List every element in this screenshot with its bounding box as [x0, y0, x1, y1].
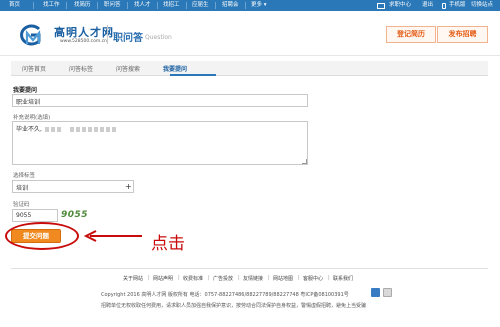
nav-separator [66, 2, 67, 9]
nav-switch-site[interactable]: 切换站点 [471, 2, 493, 9]
footer-link-statement[interactable]: 网站声明 [153, 275, 173, 282]
captcha-image[interactable]: 9055 [61, 210, 88, 220]
description-label: 补充说明(选填) [13, 115, 51, 121]
nav-item-find-job[interactable]: 找工作 [43, 2, 60, 9]
footer-separator: | [268, 275, 270, 281]
trust-badge-icon[interactable] [383, 288, 392, 297]
nav-item-graduates[interactable]: 应届生 [192, 2, 209, 9]
captcha-input[interactable]: 9055 [12, 209, 58, 222]
redacted-text [111, 127, 116, 132]
resize-handle-icon[interactable] [302, 159, 307, 164]
header-divider [107, 25, 108, 44]
redacted-text [99, 127, 104, 132]
nav-separator [127, 2, 128, 9]
nav-separator [97, 2, 98, 9]
redacted-text [75, 127, 80, 132]
plus-icon[interactable]: + [125, 183, 132, 191]
footer-link-pricing[interactable]: 收费标准 [183, 275, 203, 282]
footer-link-about[interactable]: 关于网站 [123, 275, 143, 282]
redacted-text [105, 127, 110, 132]
redacted-text [69, 127, 74, 132]
logo-title[interactable]: 高明人才网 [54, 24, 114, 40]
active-tab-indicator [170, 74, 216, 76]
nav-item-job-fair[interactable]: 招聘会 [222, 2, 239, 9]
tab-qa-tags[interactable]: 问答标签 [69, 64, 93, 73]
nav-separator [33, 2, 34, 9]
nav-item-qa[interactable]: 职问答 [104, 2, 121, 9]
footer-link-service[interactable]: 客服中心 [303, 275, 323, 282]
police-badge-icon[interactable] [371, 288, 380, 297]
redacted-text [56, 127, 61, 132]
logo-url: www.528500.com.cn [60, 39, 108, 44]
post-job-button[interactable]: 发布招聘 [437, 26, 488, 43]
footer-copyright: Copyright 2016 高明人才网 版权所有 电话：0757-882274… [101, 292, 349, 298]
description-value: 毕业不久, [16, 126, 42, 133]
footer-notice: 招聘单位无权收取任何费用，请求职人员加强自我保护意识，按劳动合同法保护自身权益，… [101, 303, 367, 309]
arrow-left-icon [84, 230, 142, 242]
tab-qa-home[interactable]: 问答首页 [22, 64, 46, 73]
tab-ask-question[interactable]: 我要提问 [163, 64, 187, 73]
nav-item-find-worker[interactable]: 找招工 [163, 2, 180, 9]
qa-tabs: 问答首页 问答标签 问答搜索 我要提问 [11, 61, 488, 76]
register-resume-button[interactable]: 登记简历 [386, 26, 436, 43]
nav-separator [157, 2, 158, 9]
question-value: 职业培训 [16, 99, 41, 106]
section-title: 职问答 [113, 33, 143, 44]
footer-link-sitemap[interactable]: 网站地图 [273, 275, 293, 282]
top-nav-bar: 首页 找工作 找简历 职问答 找人才 找招工 应届生 招聘会 更多 ▾ 求职中心… [0, 0, 500, 11]
question-label: 我要提问 [13, 87, 38, 94]
redacted-text [93, 127, 98, 132]
question-input[interactable]: 职业培训 [12, 94, 308, 107]
description-textarea[interactable]: 毕业不久, [12, 121, 308, 165]
nav-logout[interactable]: 退出 [422, 2, 433, 9]
redacted-text [44, 127, 49, 132]
section-subtitle: Question [145, 34, 172, 41]
nav-separator [245, 2, 246, 9]
mail-icon[interactable] [377, 3, 385, 9]
tag-value: 培训 [16, 185, 29, 192]
nav-separator [215, 2, 216, 9]
nav-item-home[interactable]: 首页 [9, 2, 20, 9]
footer-separator: | [238, 275, 240, 281]
footer-link-friends[interactable]: 友情链接 [243, 275, 263, 282]
tab-qa-search[interactable]: 问答搜索 [116, 64, 140, 73]
footer-separator: | [328, 275, 330, 281]
footer-separator: | [208, 275, 210, 281]
nav-job-center[interactable]: 求职中心 [389, 2, 411, 9]
nav-item-find-talent[interactable]: 找人才 [134, 2, 151, 9]
footer-separator: | [178, 275, 180, 281]
click-hint-text: 点击 [151, 234, 185, 254]
redacted-text [50, 127, 55, 132]
nav-mobile[interactable]: 手机版 [449, 2, 466, 9]
footer-divider [11, 268, 488, 269]
tag-select[interactable]: 培训 [12, 180, 134, 193]
footer-link-contact[interactable]: 联系我们 [333, 275, 353, 282]
nav-item-find-resume[interactable]: 找简历 [74, 2, 91, 9]
footer-separator: | [148, 275, 150, 281]
captcha-label: 验证码 [13, 202, 30, 208]
phone-icon [442, 3, 446, 9]
nav-item-more[interactable]: 更多 ▾ [251, 2, 267, 9]
footer-separator: | [298, 275, 300, 281]
footer-link-ads[interactable]: 广告投放 [213, 275, 233, 282]
redacted-text [87, 127, 92, 132]
nav-separator [186, 2, 187, 9]
captcha-input-value: 9055 [16, 212, 32, 219]
highlight-circle [5, 222, 79, 250]
logo-gm-icon[interactable] [13, 24, 47, 46]
tag-label: 选择标签 [13, 173, 36, 179]
redacted-text [81, 127, 86, 132]
